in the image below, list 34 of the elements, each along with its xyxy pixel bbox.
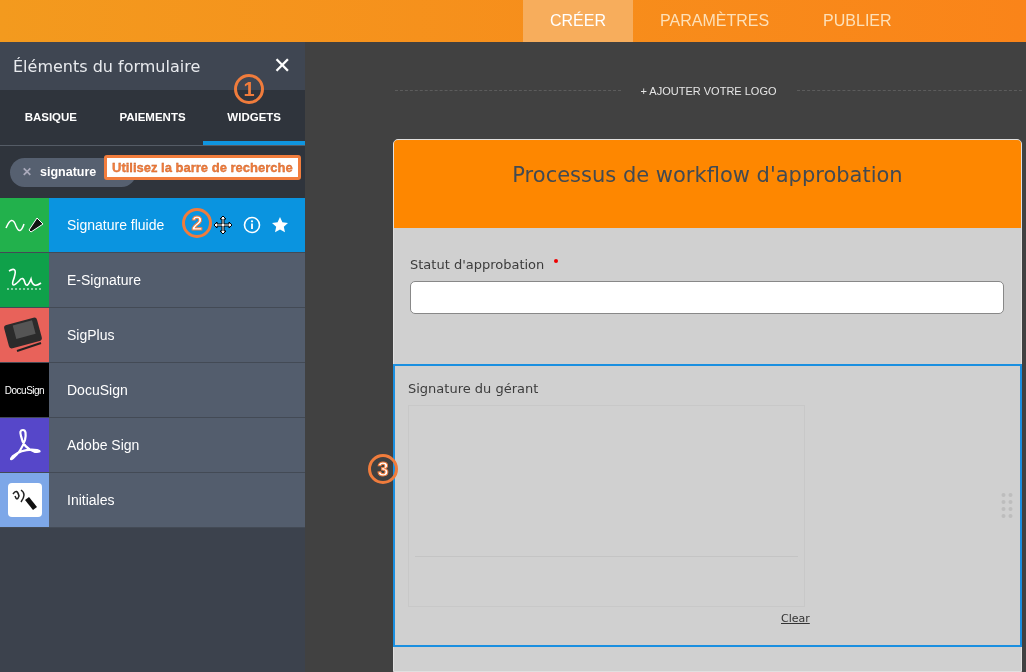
step-marker: 2	[182, 208, 212, 238]
search-hint-callout: Utilisez la barre de recherche	[104, 155, 301, 180]
add-logo-link[interactable]: + AJOUTER VOTRE LOGO	[640, 84, 777, 97]
widget-label: SigPlus	[67, 327, 115, 343]
input-field[interactable]	[410, 281, 1004, 314]
category-tab[interactable]: BASIQUE	[0, 90, 102, 145]
category-tab[interactable]: PAIEMENTS	[101, 90, 204, 145]
logo-text: DocuSign	[4, 384, 45, 396]
step-marker: 3	[368, 454, 398, 484]
widget-item[interactable]: DocuSign DocuSign	[0, 363, 305, 418]
field-label: Signature du gérant	[408, 381, 539, 396]
search-value: signature	[40, 165, 97, 179]
form-title: Processus de workflow d'approbation	[512, 163, 903, 187]
widget-label: Signature fluide	[67, 217, 165, 233]
acrobat-icon	[7, 427, 42, 463]
step-marker: 1	[234, 74, 264, 104]
widget-label: Adobe Sign	[67, 437, 140, 453]
widget-item[interactable]: SigPlus	[0, 308, 305, 363]
widget-item[interactable]: Adobe Sign	[0, 418, 305, 473]
form-field[interactable]: Statut d'approbation	[394, 228, 1021, 364]
panel-title: Éléments du formulaire	[13, 56, 201, 76]
widget-label: Initiales	[67, 492, 115, 508]
close-button[interactable]: ✕	[273, 53, 291, 79]
widget-item[interactable]: E-Signature	[0, 253, 305, 308]
clear-link[interactable]: Clear	[781, 612, 810, 625]
initials-pen-icon	[6, 482, 43, 518]
widget-label: E-Signature	[67, 272, 141, 288]
info-icon[interactable]	[243, 216, 261, 234]
widget-item[interactable]: Initiales	[0, 473, 305, 528]
star-icon[interactable]	[271, 216, 289, 234]
form-field[interactable]: Signature du gérant Clear	[393, 364, 1022, 647]
widget-label: DocuSign	[67, 382, 128, 398]
field-label: Statut d'approbation	[410, 257, 545, 272]
move-cursor-icon	[213, 215, 233, 235]
